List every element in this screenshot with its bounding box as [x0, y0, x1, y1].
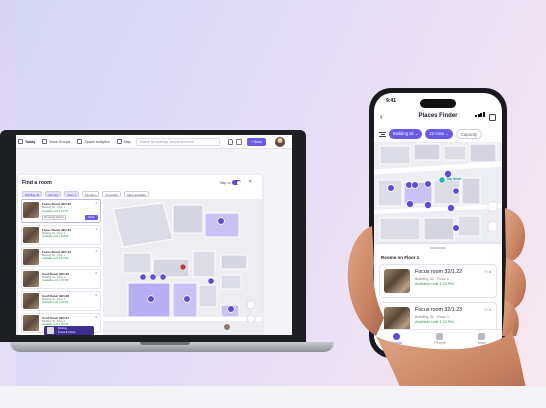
layers-icon[interactable]: [489, 114, 496, 121]
floor-map[interactable]: My desk: [374, 142, 502, 244]
room-thumbnail: [23, 315, 39, 331]
room-availability: Available until 1:30 PM: [42, 279, 69, 282]
list-item[interactable]: Conf Room 32/1.25 Building 32 - Floor 1 …: [21, 268, 101, 289]
laptop-side-area: [264, 175, 292, 335]
room-location: Building 32 · Floor 1: [415, 315, 449, 319]
bell-icon[interactable]: [228, 139, 233, 145]
nav-map[interactable]: Map: [116, 139, 131, 144]
dynamic-island: [420, 99, 456, 108]
room-location: Building 32 · Floor 1: [415, 277, 449, 281]
room-availability: Available until 1:30 PM: [415, 320, 454, 324]
room-list: Focus Room 32/1.22 Building 32 - Floor 1…: [21, 199, 101, 335]
room-book-button[interactable]: Book: [85, 215, 98, 220]
room-capacity: ⚇ 4: [484, 269, 491, 274]
sheet-title: Rooms on Floor 1: [381, 255, 420, 260]
sheet-handle[interactable]: [430, 247, 446, 249]
previously-booked-badge: Previously booked: [42, 215, 66, 220]
room-capacity: 6: [95, 315, 97, 319]
panel-title: Find a room: [22, 180, 52, 186]
filter-chip[interactable]: Amenities: [102, 191, 122, 197]
filter-bar: Building 32 22 mins Floor 1 Duration Ame…: [22, 191, 149, 197]
room-thumbnail: [23, 293, 39, 309]
map-toggle-label: Map on: [220, 181, 231, 185]
filter-chip[interactable]: 22 mins: [45, 191, 62, 197]
page-title: Places Finder: [418, 113, 458, 119]
calendar-icon: [18, 139, 23, 144]
room-availability: Available until 1:30 PM: [42, 301, 69, 304]
room-name: Focus room 32/1.22: [415, 269, 463, 275]
room-availability: Available until 1:30 PM: [42, 257, 69, 260]
settings-icon[interactable]: [236, 139, 242, 145]
signal-icon: [475, 99, 491, 117]
filter-chip[interactable]: Building 32: [22, 191, 43, 197]
people-icon: [436, 333, 444, 340]
filter-chip[interactable]: Floor 1: [64, 191, 80, 197]
bottom-strip: [0, 386, 546, 408]
filter-chip[interactable]: More available: [124, 191, 149, 197]
room-thumbnail: [23, 249, 39, 265]
status-time: 9:41: [386, 98, 397, 104]
laptop-notch: [140, 342, 190, 345]
tab-bar: Explore People More: [374, 329, 502, 353]
explore-icon: [392, 333, 400, 340]
filter-chip[interactable]: Duration: [82, 191, 100, 197]
filter-icon[interactable]: [379, 131, 386, 137]
filter-chip-capacity[interactable]: Capacity: [455, 129, 483, 139]
filter-chip-time[interactable]: 22 mins ⌄: [425, 129, 453, 139]
list-item[interactable]: Conf Room 32/1.26 Building 32 - Floor 1 …: [21, 290, 101, 311]
book-button[interactable]: + Book: [247, 138, 266, 146]
app-header: ‹ Places Finder: [374, 110, 502, 126]
room-capacity: 6: [95, 271, 97, 275]
room-thumbnail: [384, 269, 410, 293]
map-icon: [116, 139, 122, 144]
avatar[interactable]: [275, 137, 285, 147]
floor-map[interactable]: [103, 199, 262, 335]
list-item[interactable]: Focus Room 32/1.22 Building 32 - Floor 1…: [21, 199, 101, 223]
my-desk-label: My desk: [447, 177, 462, 181]
room-name: Focus room 32/1.23: [415, 307, 463, 313]
person-icon: ⚇: [484, 307, 488, 312]
room-capacity: 4: [95, 202, 97, 205]
room-thumbnail: [23, 271, 39, 287]
phone-device: 9:41 ‹ Places Finder Building 32 ⌄ 22 mi…: [369, 88, 507, 358]
tab-explore[interactable]: Explore: [390, 333, 402, 353]
room-thumbnail: [384, 307, 410, 331]
group-icon: [42, 139, 48, 144]
room-availability: Available until 1:30 PM: [415, 282, 454, 286]
room-thumbnail: [23, 201, 39, 218]
tab-people[interactable]: People: [434, 333, 446, 353]
analytics-icon: [77, 139, 83, 144]
search-input[interactable]: Search for buildings, people and more: [136, 138, 220, 146]
nav-today[interactable]: Today: [18, 139, 35, 144]
tab-more[interactable]: More: [478, 333, 486, 353]
laptop-screen: Today Work Groups Space analytics Map Se…: [16, 135, 292, 335]
list-item[interactable]: Focus Room 32/1.24 Building 32 - Floor 1…: [21, 246, 101, 267]
filter-chip-building[interactable]: Building 32 ⌄: [389, 129, 423, 139]
room-capacity: 6: [95, 293, 97, 297]
phone-screen: 9:41 ‹ Places Finder Building 32 ⌄ 22 mi…: [374, 93, 502, 353]
dining-card[interactable]: Dining Food & Drink: [44, 326, 94, 335]
nav-space-analytics[interactable]: Space analytics: [77, 139, 110, 144]
room-availability: Available until 1:30 PM: [42, 209, 69, 213]
filter-bar: Building 32 ⌄ 22 mins ⌄ Capacity: [374, 127, 502, 141]
list-item[interactable]: Focus Room 32/1.23 Building 32 - Floor 1…: [21, 224, 101, 245]
dining-subtitle: Food & Drink: [58, 329, 76, 334]
more-icon: [478, 333, 486, 340]
find-room-panel: Find a room Map on ✕ Building 32 22 mins…: [18, 175, 262, 335]
room-thumbnail: [23, 227, 39, 243]
map-toggle[interactable]: [232, 180, 241, 185]
laptop-device: Today Work Groups Space analytics Map Se…: [0, 130, 334, 354]
person-icon: ⚇: [484, 269, 488, 274]
room-capacity: 4: [95, 227, 97, 231]
close-icon[interactable]: ✕: [248, 179, 252, 185]
room-capacity: ⚇ 4: [484, 307, 491, 312]
dining-thumbnail: [47, 327, 54, 334]
room-availability: Available until 1:30 PM: [42, 235, 69, 238]
nav-work-groups[interactable]: Work Groups: [42, 139, 70, 144]
laptop-lid: Today Work Groups Space analytics Map Se…: [0, 130, 306, 342]
room-capacity: 4: [95, 249, 97, 253]
list-item[interactable]: Focus room 32/1.22 Building 32 · Floor 1…: [379, 264, 497, 298]
